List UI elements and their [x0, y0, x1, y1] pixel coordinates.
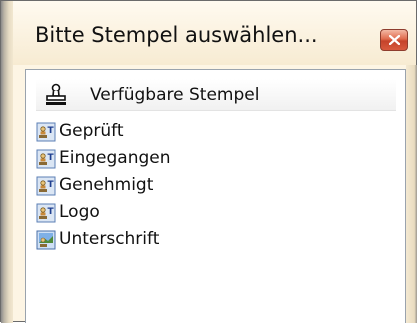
tree-item-logo[interactable]: T Logo	[36, 201, 336, 225]
svg-text:T: T	[48, 153, 55, 163]
tree-item-label: Geprüft	[59, 121, 124, 141]
tree-item-label: Logo	[59, 202, 100, 222]
tree-root-available-stamps[interactable]: Verfügbare Stempel	[36, 79, 396, 111]
tree-item-unterschrift[interactable]: Unterschrift	[36, 228, 336, 252]
title-bar[interactable]: Bitte Stempel auswählen...	[13, 1, 416, 65]
close-button[interactable]	[380, 29, 408, 51]
window-left-edge	[1, 1, 13, 323]
svg-text:T: T	[48, 207, 55, 217]
text-stamp-icon: T	[36, 122, 56, 142]
svg-text:T: T	[48, 180, 55, 190]
stamp-icon	[46, 83, 66, 105]
svg-text:T: T	[48, 126, 55, 136]
tree-root-label: Verfügbare Stempel	[90, 85, 260, 105]
tree-item-geprueft[interactable]: T Geprüft	[36, 120, 336, 144]
tree-item-label: Eingegangen	[59, 148, 171, 168]
text-stamp-icon: T	[36, 176, 56, 196]
image-stamp-icon	[36, 230, 56, 250]
tree-item-label: Unterschrift	[59, 229, 160, 249]
stamp-select-dialog: Bitte Stempel auswählen... Verfügbare St…	[0, 0, 417, 323]
tree-item-genehmigt[interactable]: T Genehmigt	[36, 174, 336, 198]
tree-item-label: Genehmigt	[59, 175, 154, 195]
text-stamp-icon: T	[36, 203, 56, 223]
text-stamp-icon: T	[36, 149, 56, 169]
window-title: Bitte Stempel auswählen...	[35, 23, 318, 47]
stamp-tree[interactable]: Verfügbare Stempel T Geprüft T Eingegang…	[25, 69, 406, 323]
close-icon	[389, 35, 400, 45]
tree-item-eingegangen[interactable]: T Eingegangen	[36, 147, 336, 171]
window-right-edge	[406, 65, 417, 323]
